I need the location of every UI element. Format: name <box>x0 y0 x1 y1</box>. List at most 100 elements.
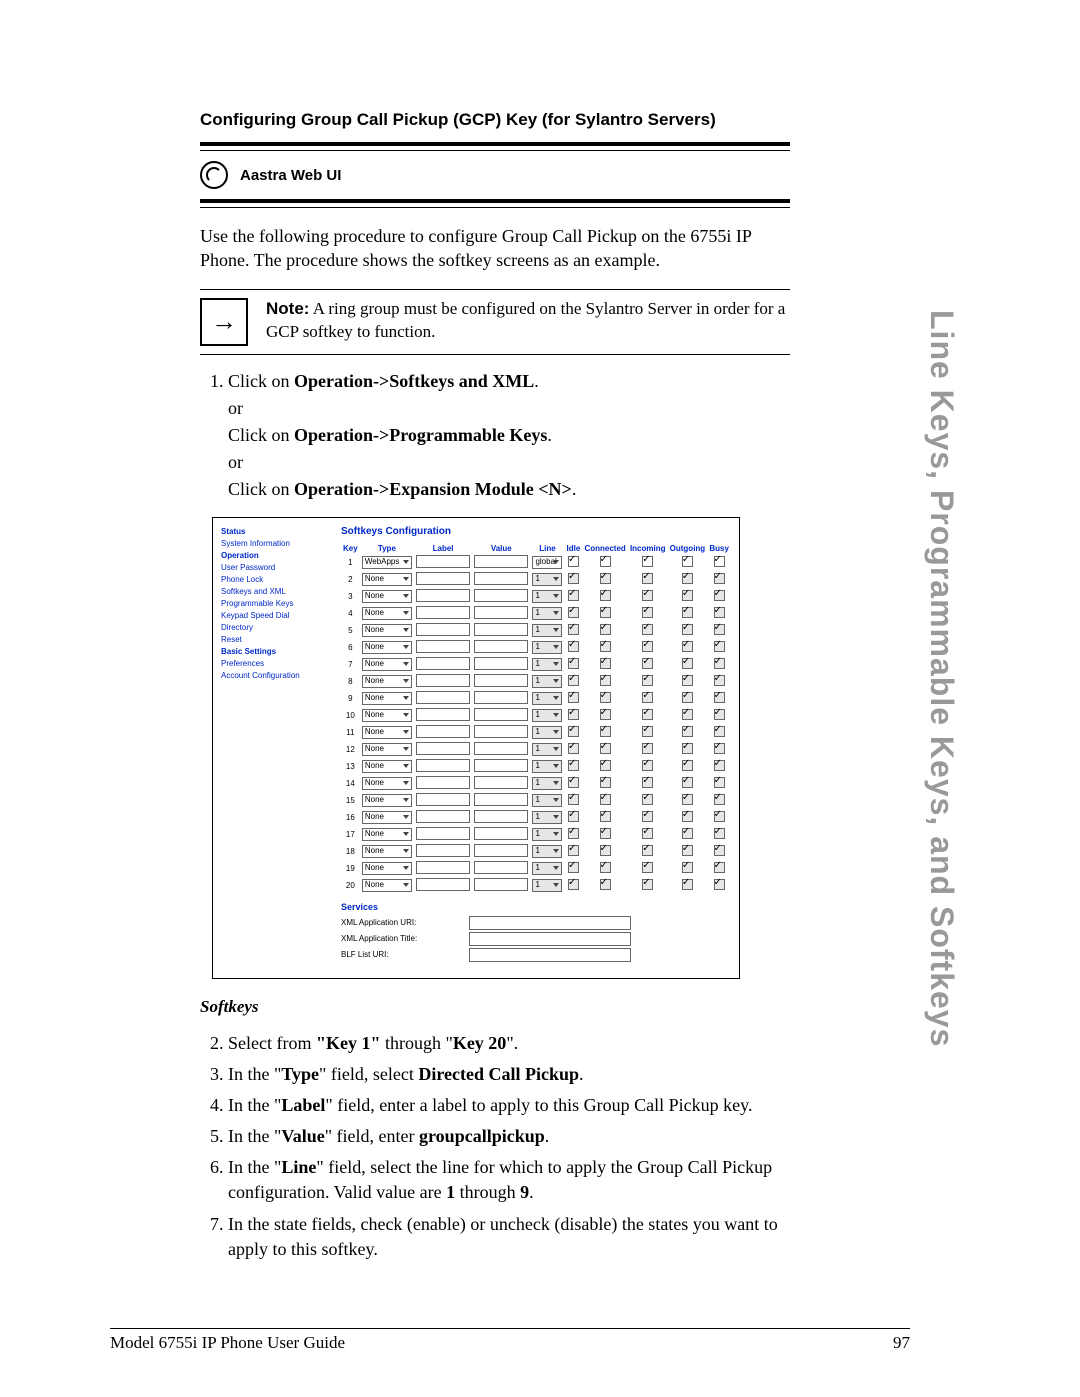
incoming-checkbox[interactable] <box>642 862 653 873</box>
type-select[interactable]: None <box>362 709 412 722</box>
label-input[interactable] <box>416 844 470 857</box>
line-select[interactable]: 1 <box>532 675 562 688</box>
connected-checkbox[interactable] <box>600 658 611 669</box>
connected-checkbox[interactable] <box>600 607 611 618</box>
type-select[interactable]: None <box>362 743 412 756</box>
outgoing-checkbox[interactable] <box>682 760 693 771</box>
incoming-checkbox[interactable] <box>642 590 653 601</box>
connected-checkbox[interactable] <box>600 845 611 856</box>
value-input[interactable] <box>474 878 528 891</box>
label-input[interactable] <box>416 878 470 891</box>
incoming-checkbox[interactable] <box>642 760 653 771</box>
nav-item[interactable]: Softkeys and XML <box>221 586 331 598</box>
nav-item[interactable]: Keypad Speed Dial <box>221 610 331 622</box>
connected-checkbox[interactable] <box>600 709 611 720</box>
blf-uri-input[interactable] <box>469 948 631 962</box>
label-input[interactable] <box>416 555 470 568</box>
xml-title-input[interactable] <box>469 932 631 946</box>
idle-checkbox[interactable] <box>568 777 579 788</box>
busy-checkbox[interactable] <box>714 777 725 788</box>
line-select[interactable]: 1 <box>532 658 562 671</box>
value-input[interactable] <box>474 742 528 755</box>
busy-checkbox[interactable] <box>714 726 725 737</box>
type-select[interactable]: None <box>362 811 412 824</box>
idle-checkbox[interactable] <box>568 811 579 822</box>
incoming-checkbox[interactable] <box>642 879 653 890</box>
busy-checkbox[interactable] <box>714 743 725 754</box>
connected-checkbox[interactable] <box>600 879 611 890</box>
line-select[interactable]: 1 <box>532 862 562 875</box>
line-select[interactable]: 1 <box>532 777 562 790</box>
idle-checkbox[interactable] <box>568 879 579 890</box>
line-select[interactable]: 1 <box>532 641 562 654</box>
idle-checkbox[interactable] <box>568 641 579 652</box>
value-input[interactable] <box>474 793 528 806</box>
line-select[interactable]: 1 <box>532 590 562 603</box>
outgoing-checkbox[interactable] <box>682 590 693 601</box>
incoming-checkbox[interactable] <box>642 658 653 669</box>
outgoing-checkbox[interactable] <box>682 641 693 652</box>
type-select[interactable]: None <box>362 862 412 875</box>
line-select[interactable]: 1 <box>532 811 562 824</box>
line-select[interactable]: 1 <box>532 760 562 773</box>
connected-checkbox[interactable] <box>600 811 611 822</box>
incoming-checkbox[interactable] <box>642 845 653 856</box>
busy-checkbox[interactable] <box>714 692 725 703</box>
incoming-checkbox[interactable] <box>642 743 653 754</box>
type-select[interactable]: None <box>362 794 412 807</box>
value-input[interactable] <box>474 589 528 602</box>
label-input[interactable] <box>416 725 470 738</box>
outgoing-checkbox[interactable] <box>682 573 693 584</box>
nav-item[interactable]: Preferences <box>221 658 331 670</box>
type-select[interactable]: None <box>362 760 412 773</box>
idle-checkbox[interactable] <box>568 743 579 754</box>
idle-checkbox[interactable] <box>568 556 579 567</box>
busy-checkbox[interactable] <box>714 556 725 567</box>
label-input[interactable] <box>416 708 470 721</box>
incoming-checkbox[interactable] <box>642 556 653 567</box>
value-input[interactable] <box>474 759 528 772</box>
xml-uri-input[interactable] <box>469 916 631 930</box>
nav-item[interactable]: Directory <box>221 622 331 634</box>
label-input[interactable] <box>416 657 470 670</box>
busy-checkbox[interactable] <box>714 811 725 822</box>
label-input[interactable] <box>416 776 470 789</box>
line-select[interactable]: 1 <box>532 879 562 892</box>
incoming-checkbox[interactable] <box>642 811 653 822</box>
nav-operation[interactable]: Operation <box>221 550 331 562</box>
outgoing-checkbox[interactable] <box>682 743 693 754</box>
busy-checkbox[interactable] <box>714 828 725 839</box>
busy-checkbox[interactable] <box>714 590 725 601</box>
nav-item[interactable]: User Password <box>221 562 331 574</box>
line-select[interactable]: 1 <box>532 573 562 586</box>
value-input[interactable] <box>474 606 528 619</box>
value-input[interactable] <box>474 861 528 874</box>
line-select[interactable]: 1 <box>532 828 562 841</box>
incoming-checkbox[interactable] <box>642 692 653 703</box>
busy-checkbox[interactable] <box>714 709 725 720</box>
type-select[interactable]: None <box>362 624 412 637</box>
connected-checkbox[interactable] <box>600 828 611 839</box>
value-input[interactable] <box>474 674 528 687</box>
value-input[interactable] <box>474 827 528 840</box>
connected-checkbox[interactable] <box>600 777 611 788</box>
incoming-checkbox[interactable] <box>642 675 653 686</box>
incoming-checkbox[interactable] <box>642 624 653 635</box>
busy-checkbox[interactable] <box>714 641 725 652</box>
line-select[interactable]: global <box>532 556 562 569</box>
busy-checkbox[interactable] <box>714 675 725 686</box>
type-select[interactable]: None <box>362 573 412 586</box>
type-select[interactable]: None <box>362 828 412 841</box>
value-input[interactable] <box>474 623 528 636</box>
type-select[interactable]: None <box>362 658 412 671</box>
connected-checkbox[interactable] <box>600 675 611 686</box>
value-input[interactable] <box>474 691 528 704</box>
label-input[interactable] <box>416 623 470 636</box>
value-input[interactable] <box>474 555 528 568</box>
type-select[interactable]: None <box>362 641 412 654</box>
type-select[interactable]: None <box>362 675 412 688</box>
outgoing-checkbox[interactable] <box>682 709 693 720</box>
outgoing-checkbox[interactable] <box>682 879 693 890</box>
type-select[interactable]: None <box>362 777 412 790</box>
connected-checkbox[interactable] <box>600 556 611 567</box>
